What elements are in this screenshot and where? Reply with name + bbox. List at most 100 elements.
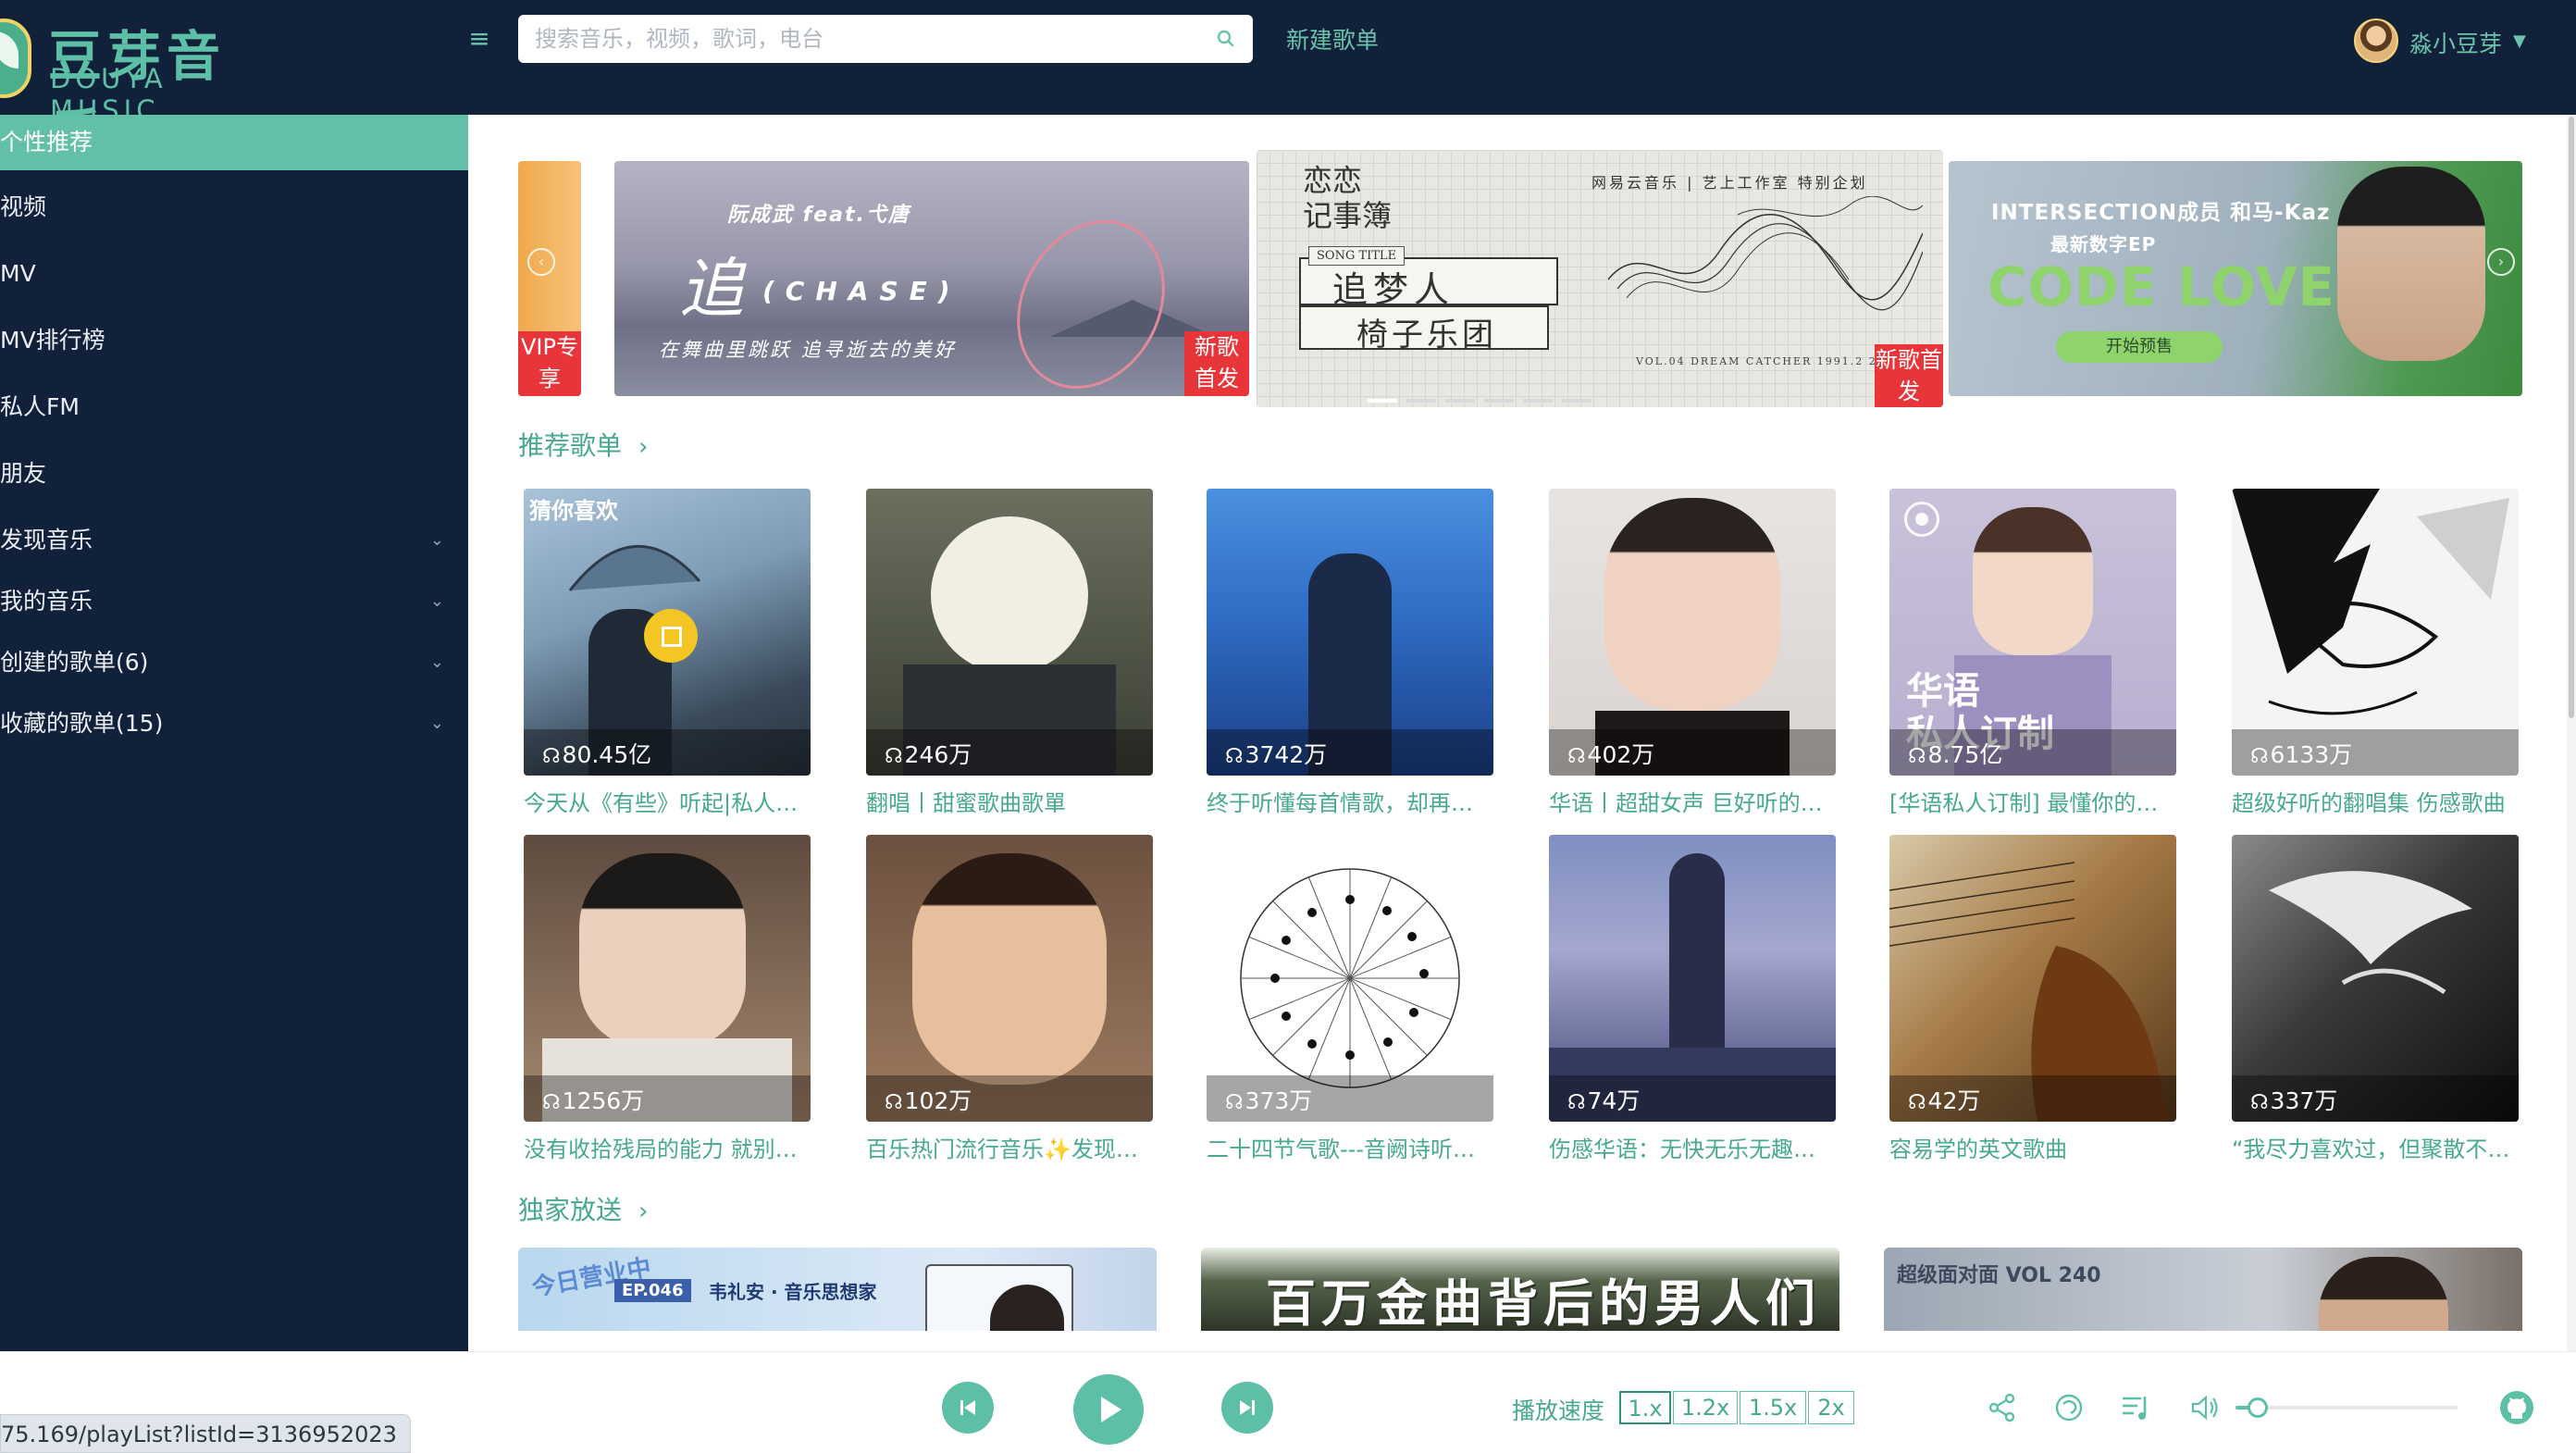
- sidebar-item-private-fm[interactable]: 私人FM: [0, 381, 468, 433]
- playlist-cover[interactable]: ☊402万: [1549, 489, 1836, 776]
- carousel-next-icon[interactable]: ›: [2487, 248, 2515, 276]
- playlist-title[interactable]: 超级好听的翻唱集 伤感歌曲: [2232, 785, 2519, 817]
- playlist-title[interactable]: 伤感华语：无快无乐无趣无味: [1549, 1131, 1836, 1163]
- previous-button[interactable]: [942, 1382, 994, 1434]
- carousel-dot[interactable]: [1523, 399, 1553, 403]
- carousel-dot[interactable]: [1406, 399, 1436, 403]
- sidebar-item-friends[interactable]: 朋友: [0, 448, 468, 500]
- playlist-cover[interactable]: ☊1256万: [524, 835, 811, 1122]
- sidebar-item-label: 私人FM: [0, 393, 80, 420]
- playlist-cover[interactable]: ☊102万: [866, 835, 1153, 1122]
- banner-chase[interactable]: 阮成武 feat.弋唐 追 (CHASE) 在舞曲里跳跃 追寻逝去的美好 新歌首…: [614, 161, 1249, 396]
- playlist-card[interactable]: ☊246万 翻唱丨甜蜜歌曲歌單: [866, 489, 1153, 822]
- github-icon[interactable]: [2498, 1389, 2535, 1426]
- playlist-card[interactable]: ☊3742万 终于听懂每首情歌，却再也不懂爱: [1207, 489, 1493, 822]
- chevron-down-icon[interactable]: ⌄: [430, 637, 444, 689]
- playlist-title[interactable]: “我尽力喜欢过，但聚散不由我”: [2232, 1131, 2519, 1163]
- menu-toggle-icon[interactable]: ≡: [464, 24, 494, 54]
- playlist-title[interactable]: 没有收拾残局的能力 就别放纵善变的情绪: [524, 1131, 811, 1163]
- speed-option-1x[interactable]: 1.x: [1619, 1391, 1671, 1424]
- loop-mode-icon[interactable]: [2052, 1391, 2086, 1424]
- playlist-cover[interactable]: 猜你喜欢 ☊80.45亿: [524, 489, 811, 776]
- search-icon[interactable]: [1214, 27, 1238, 51]
- logo-mark-icon: [0, 19, 31, 98]
- speed-option-1-5x[interactable]: 1.5x: [1740, 1391, 1806, 1424]
- playlist-card[interactable]: ☊6133万 超级好听的翻唱集 伤感歌曲: [2232, 489, 2519, 822]
- volume-slider[interactable]: [2235, 1397, 2458, 1418]
- chevron-down-icon[interactable]: ▼: [2513, 31, 2526, 51]
- play-button[interactable]: [1073, 1374, 1144, 1445]
- playlist-card[interactable]: 猜你喜欢 ☊80.45亿 今天从《有些》听起|私人雷达: [524, 489, 811, 822]
- sidebar-item-mv-chart[interactable]: MV排行榜: [0, 315, 468, 366]
- sidebar-item-created-playlists[interactable]: 创建的歌单(6) ⌄: [0, 637, 468, 689]
- playlist-card[interactable]: ☊1256万 没有收拾残局的能力 就别放纵善变的情绪: [524, 835, 811, 1168]
- chevron-down-icon[interactable]: ⌄: [430, 698, 444, 750]
- sidebar-item-discover[interactable]: 发现音乐 ⌄: [0, 515, 468, 566]
- chevron-right-icon[interactable]: ›: [638, 433, 648, 461]
- playlist-title[interactable]: 容易学的英文歌曲: [1889, 1131, 2176, 1163]
- chevron-right-icon[interactable]: ›: [638, 1198, 648, 1225]
- carousel-dot[interactable]: [1562, 399, 1591, 403]
- volume-knob[interactable]: [2248, 1397, 2268, 1418]
- section-exclusive[interactable]: 独家放送 ›: [518, 1190, 648, 1227]
- playlist-title[interactable]: [华语私人订制] 最懂你的华语推荐: [1889, 785, 2176, 817]
- playlist-cover[interactable]: 华语 私人订制 ☊8.75亿: [1889, 489, 2176, 776]
- headphones-icon: ☊: [885, 1091, 903, 1114]
- playlist-cover[interactable]: ☊373万: [1207, 835, 1493, 1122]
- avatar[interactable]: [2354, 19, 2398, 63]
- carousel-dot[interactable]: [1368, 399, 1397, 403]
- app-logo[interactable]: 豆芽音乐 DOUYA MUSIC: [0, 6, 278, 166]
- playlist-title[interactable]: 二十四节气歌---音阙诗听系列: [1207, 1131, 1493, 1163]
- playlist-cover[interactable]: ☊6133万: [2232, 489, 2519, 776]
- search-input[interactable]: [535, 15, 1183, 63]
- count-bar: ☊3742万: [1207, 729, 1493, 776]
- playlist-card[interactable]: ☊402万 华语丨超甜女声 巨好听的C调: [1549, 489, 1836, 822]
- share-icon[interactable]: [1986, 1391, 2019, 1424]
- playlist-card[interactable]: ☊42万 容易学的英文歌曲: [1889, 835, 2176, 1168]
- playlist-card[interactable]: 华语私人订制 ☊8.75亿 [华语私人订制] 最懂你的华语推荐: [1889, 489, 2176, 822]
- chevron-down-icon[interactable]: ⌄: [430, 515, 444, 566]
- playlist-card[interactable]: ☊74万 伤感华语：无快无乐无趣无味: [1549, 835, 1836, 1168]
- speed-option-1-2x[interactable]: 1.2x: [1673, 1391, 1738, 1424]
- playlist-title[interactable]: 终于听懂每首情歌，却再也不懂爱: [1207, 785, 1493, 817]
- status-url: 75.169/playList?listId=3136952023: [0, 1414, 411, 1453]
- carousel-prev-icon[interactable]: ‹: [527, 248, 555, 276]
- playlist-icon[interactable]: [2119, 1391, 2152, 1424]
- banner-vip[interactable]: ‹ VIP专享: [518, 161, 581, 396]
- playlist-cover[interactable]: ☊337万: [2232, 835, 2519, 1122]
- playlist-cover[interactable]: ☊246万: [866, 489, 1153, 776]
- new-playlist-link[interactable]: 新建歌单: [1286, 22, 1379, 56]
- playlist-cover[interactable]: ☊3742万: [1207, 489, 1493, 776]
- carousel-dot[interactable]: [1445, 399, 1475, 403]
- username[interactable]: 淼小豆芽: [2409, 26, 2502, 59]
- volume-icon[interactable]: [2187, 1391, 2221, 1424]
- carousel-dot[interactable]: [1484, 399, 1514, 403]
- exclusive-card[interactable]: 百万金曲背后的男人们: [1201, 1248, 1839, 1331]
- playlist-title[interactable]: 翻唱丨甜蜜歌曲歌單: [866, 785, 1153, 817]
- playlist-card[interactable]: ☊337万 “我尽力喜欢过，但聚散不由我”: [2232, 835, 2519, 1168]
- scrollbar-thumb[interactable]: [2569, 117, 2574, 718]
- sidebar-item-my-music[interactable]: 我的音乐 ⌄: [0, 576, 468, 627]
- sidebar-item-collected-playlists[interactable]: 收藏的歌单(15) ⌄: [0, 698, 468, 750]
- exclusive-card[interactable]: 今日营业中 EP.046 韦礼安 · 音乐思想家: [518, 1248, 1157, 1331]
- play-icon[interactable]: [644, 609, 698, 663]
- playlist-title[interactable]: 华语丨超甜女声 巨好听的C调: [1549, 785, 1836, 817]
- sidebar-item-video[interactable]: 视频: [0, 181, 468, 233]
- exclusive-card[interactable]: 超级面对面 VOL 240: [1884, 1248, 2522, 1331]
- speed-option-2x[interactable]: 2x: [1808, 1391, 1854, 1424]
- chevron-down-icon[interactable]: ⌄: [430, 576, 444, 627]
- playlist-card[interactable]: ☊102万 百乐热门流行音乐✨发现宝藏: [866, 835, 1153, 1168]
- sidebar-item-recommend[interactable]: 个性推荐: [0, 115, 468, 170]
- presale-button[interactable]: 开始预售: [2056, 331, 2223, 363]
- next-button[interactable]: [1221, 1382, 1273, 1434]
- sidebar-item-mv[interactable]: MV: [0, 248, 468, 300]
- line-art-graphic: [1608, 196, 1923, 311]
- banner-code-love[interactable]: INTERSECTION成员 和马-Kaz 最新数字EP CODE LOVE 开…: [1949, 161, 2522, 396]
- playlist-title[interactable]: 今天从《有些》听起|私人雷达: [524, 785, 811, 817]
- playlist-card[interactable]: ☊373万 二十四节气歌---音阙诗听系列: [1207, 835, 1493, 1168]
- section-recommended[interactable]: 推荐歌单 ›: [518, 426, 648, 463]
- playlist-cover[interactable]: ☊42万: [1889, 835, 2176, 1122]
- banner-dream-catcher[interactable]: 恋恋 记事簿 追梦人 SONG TITLE 椅子乐团 网易云音乐 | 艺上工作室…: [1257, 150, 1943, 407]
- playlist-title[interactable]: 百乐热门流行音乐✨发现宝藏: [866, 1131, 1153, 1163]
- playlist-cover[interactable]: ☊74万: [1549, 835, 1836, 1122]
